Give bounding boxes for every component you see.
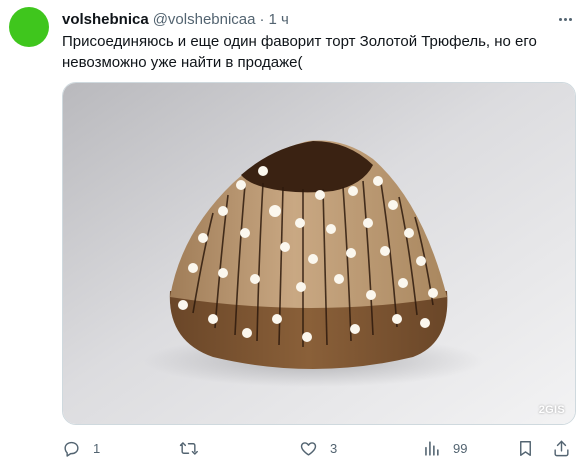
reply-button[interactable]: 1 [62, 437, 100, 459]
user-handle[interactable]: @volshebnicaa [153, 11, 256, 28]
retweet-icon [179, 441, 198, 455]
action-bar: 1 3 99 [62, 437, 576, 459]
heart-icon [300, 441, 317, 456]
display-name[interactable]: volshebnica [62, 11, 149, 28]
tweet-text: Присоединяюсь и еще один фаворит торт Зо… [62, 33, 537, 71]
retweet-button[interactable] [179, 437, 198, 459]
photo-watermark: 2GIS [538, 404, 565, 416]
timestamp[interactable]: 1 ч [269, 11, 289, 28]
like-count: 3 [330, 440, 338, 456]
views-button[interactable]: 99 [422, 437, 467, 459]
share-icon [554, 440, 569, 456]
bookmark-icon [520, 440, 531, 456]
tweet-header: volshebnica @volshebnicaa · 1 ч [62, 9, 289, 29]
views-icon [425, 440, 439, 456]
bookmark-button[interactable] [516, 437, 535, 459]
views-count: 99 [453, 440, 468, 456]
tweet[interactable]: volshebnica @volshebnicaa · 1 ч Присоеди… [0, 0, 585, 464]
avatar[interactable] [9, 7, 49, 47]
tweet-media[interactable]: 2GIS [62, 82, 576, 425]
like-button[interactable]: 3 [299, 437, 337, 459]
more-options-icon[interactable] [555, 10, 575, 28]
separator-dot: · [259, 10, 265, 28]
share-button[interactable] [552, 437, 571, 459]
reply-icon [64, 441, 79, 457]
cake-photo [63, 83, 575, 424]
reply-count: 1 [93, 440, 101, 456]
